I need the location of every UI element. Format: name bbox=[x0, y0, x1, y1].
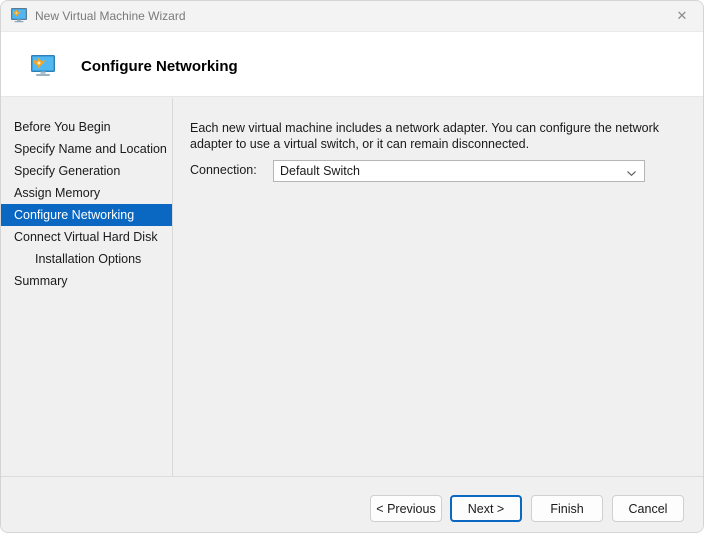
title-bar: New Virtual Machine Wizard ✕ bbox=[1, 1, 703, 32]
connection-label: Connection: bbox=[190, 163, 257, 177]
sidebar-item-before-you-begin[interactable]: Before You Begin bbox=[1, 116, 172, 138]
page-title: Configure Networking bbox=[81, 58, 238, 75]
sidebar-item-summary[interactable]: Summary bbox=[1, 270, 172, 292]
sidebar-item-connect-virtual-hard-disk[interactable]: Connect Virtual Hard Disk bbox=[1, 226, 172, 248]
cancel-button[interactable]: Cancel bbox=[612, 495, 684, 522]
sidebar-item-specify-name-and-location[interactable]: Specify Name and Location bbox=[1, 138, 172, 160]
wizard-steps-sidebar: Before You Begin Specify Name and Locati… bbox=[1, 98, 173, 476]
finish-button[interactable]: Finish bbox=[531, 495, 603, 522]
next-button[interactable]: Next > bbox=[450, 495, 522, 522]
previous-button[interactable]: < Previous bbox=[370, 495, 442, 522]
sidebar-item-installation-options[interactable]: Installation Options bbox=[1, 248, 172, 270]
sidebar-item-configure-networking[interactable]: Configure Networking bbox=[1, 204, 172, 226]
virtual-machine-monitor-icon bbox=[11, 8, 28, 24]
close-glyph: ✕ bbox=[676, 9, 688, 24]
network-monitor-icon bbox=[28, 54, 58, 80]
connection-dropdown[interactable]: Default Switch bbox=[273, 160, 645, 182]
window-title: New Virtual Machine Wizard bbox=[35, 9, 186, 23]
wizard-content-pane: Each new virtual machine includes a netw… bbox=[173, 98, 703, 476]
page-header: Configure Networking bbox=[1, 32, 703, 97]
sidebar-item-specify-generation[interactable]: Specify Generation bbox=[1, 160, 172, 182]
wizard-body: Before You Begin Specify Name and Locati… bbox=[1, 98, 703, 476]
connection-selected-value: Default Switch bbox=[280, 164, 360, 178]
close-icon[interactable]: ✕ bbox=[659, 1, 703, 32]
chevron-down-icon bbox=[626, 166, 637, 177]
wizard-footer: < Previous Next > Finish Cancel bbox=[1, 476, 703, 532]
new-virtual-machine-wizard-window: New Virtual Machine Wizard ✕ Configure N… bbox=[0, 0, 704, 533]
sidebar-item-assign-memory[interactable]: Assign Memory bbox=[1, 182, 172, 204]
description-text: Each new virtual machine includes a netw… bbox=[190, 121, 660, 151]
